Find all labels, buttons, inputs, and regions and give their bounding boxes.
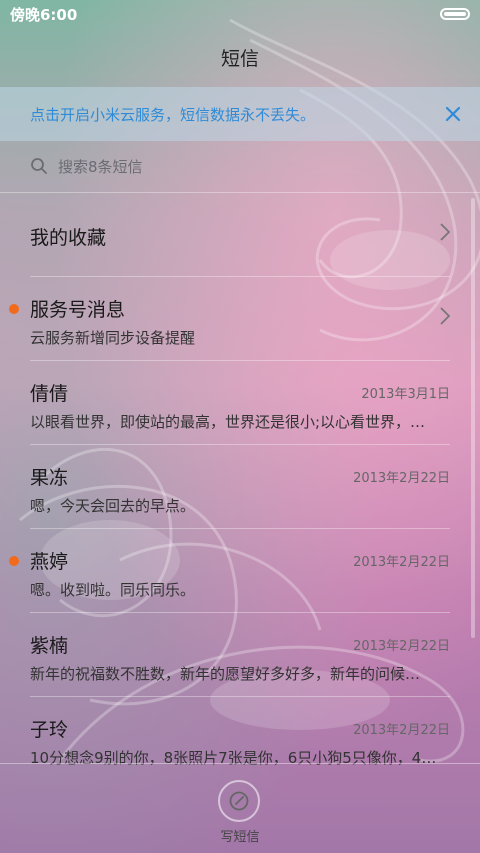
thread-service-messages[interactable]: 服务号消息 云服务新增同步设备提醒 xyxy=(9,277,450,361)
thread-item[interactable]: 果冻 2013年2月22日 嗯，今天会回去的早点。 xyxy=(30,445,450,529)
status-time: 傍晚6:00 xyxy=(10,5,78,24)
thread-list: 我的收藏 服务号消息 云服务新增同步设备提醒 倩倩 2013年3月1日 以眼看世… xyxy=(0,193,480,781)
sms-screen: 傍晚6:00 短信 点击开启小米云服务，短信数据永不丢失。 搜索8条短信 我的收… xyxy=(0,0,480,853)
compose-label[interactable]: 写短信 xyxy=(0,826,480,845)
unread-dot xyxy=(9,556,19,566)
thread-item[interactable]: 倩倩 2013年3月1日 以眼看世界，即使站的最高，世界还是很小;以心看世界，… xyxy=(30,361,450,445)
scrollbar[interactable] xyxy=(471,198,475,638)
chevron-right-icon xyxy=(440,307,450,325)
bottom-bar: 写短信 xyxy=(0,763,480,853)
thread-date: 2013年2月22日 xyxy=(353,555,450,570)
thread-name: 果冻 xyxy=(30,467,69,489)
search-icon xyxy=(31,158,47,174)
thread-name: 服务号消息 xyxy=(30,299,126,321)
battery-icon xyxy=(440,8,470,20)
cloud-service-banner[interactable]: 点击开启小米云服务，短信数据永不丢失。 xyxy=(0,87,480,141)
chevron-right-icon xyxy=(440,223,450,241)
thread-name: 我的收藏 xyxy=(30,227,107,249)
compose-button[interactable] xyxy=(218,780,260,822)
thread-item[interactable]: 紫楠 2013年2月22日 新年的祝福数不胜数，新年的愿望好多好多，新年的问候… xyxy=(30,613,450,697)
thread-name: 子玲 xyxy=(30,719,69,741)
thread-date: 2013年2月22日 xyxy=(353,723,450,738)
unread-dot xyxy=(9,304,19,314)
thread-date: 2013年3月1日 xyxy=(361,387,450,402)
thread-preview: 新年的祝福数不胜数，新年的愿望好多好多，新年的问候… xyxy=(30,665,421,683)
status-bar: 傍晚6:00 xyxy=(0,0,480,28)
thread-date: 2013年2月22日 xyxy=(353,471,450,486)
thread-favorites[interactable]: 我的收藏 xyxy=(30,193,450,277)
thread-name: 燕婷 xyxy=(30,551,69,573)
thread-name: 倩倩 xyxy=(30,383,69,405)
thread-item[interactable]: 燕婷 2013年2月22日 嗯。收到啦。同乐同乐。 xyxy=(9,529,450,613)
banner-text[interactable]: 点击开启小米云服务，短信数据永不丢失。 xyxy=(30,104,315,125)
compose-icon xyxy=(229,791,249,811)
thread-date: 2013年2月22日 xyxy=(353,639,450,654)
thread-name: 紫楠 xyxy=(30,635,69,657)
thread-preview: 以眼看世界，即使站的最高，世界还是很小;以心看世界，… xyxy=(30,413,426,431)
thread-preview: 云服务新增同步设备提醒 xyxy=(30,329,196,347)
page-title: 短信 xyxy=(220,47,259,70)
close-icon[interactable] xyxy=(440,101,466,127)
thread-preview: 嗯。收到啦。同乐同乐。 xyxy=(30,581,196,599)
search-input[interactable]: 搜索8条短信 xyxy=(30,145,450,187)
search-placeholder: 搜索8条短信 xyxy=(58,157,143,176)
thread-preview: 嗯，今天会回去的早点。 xyxy=(30,497,196,515)
